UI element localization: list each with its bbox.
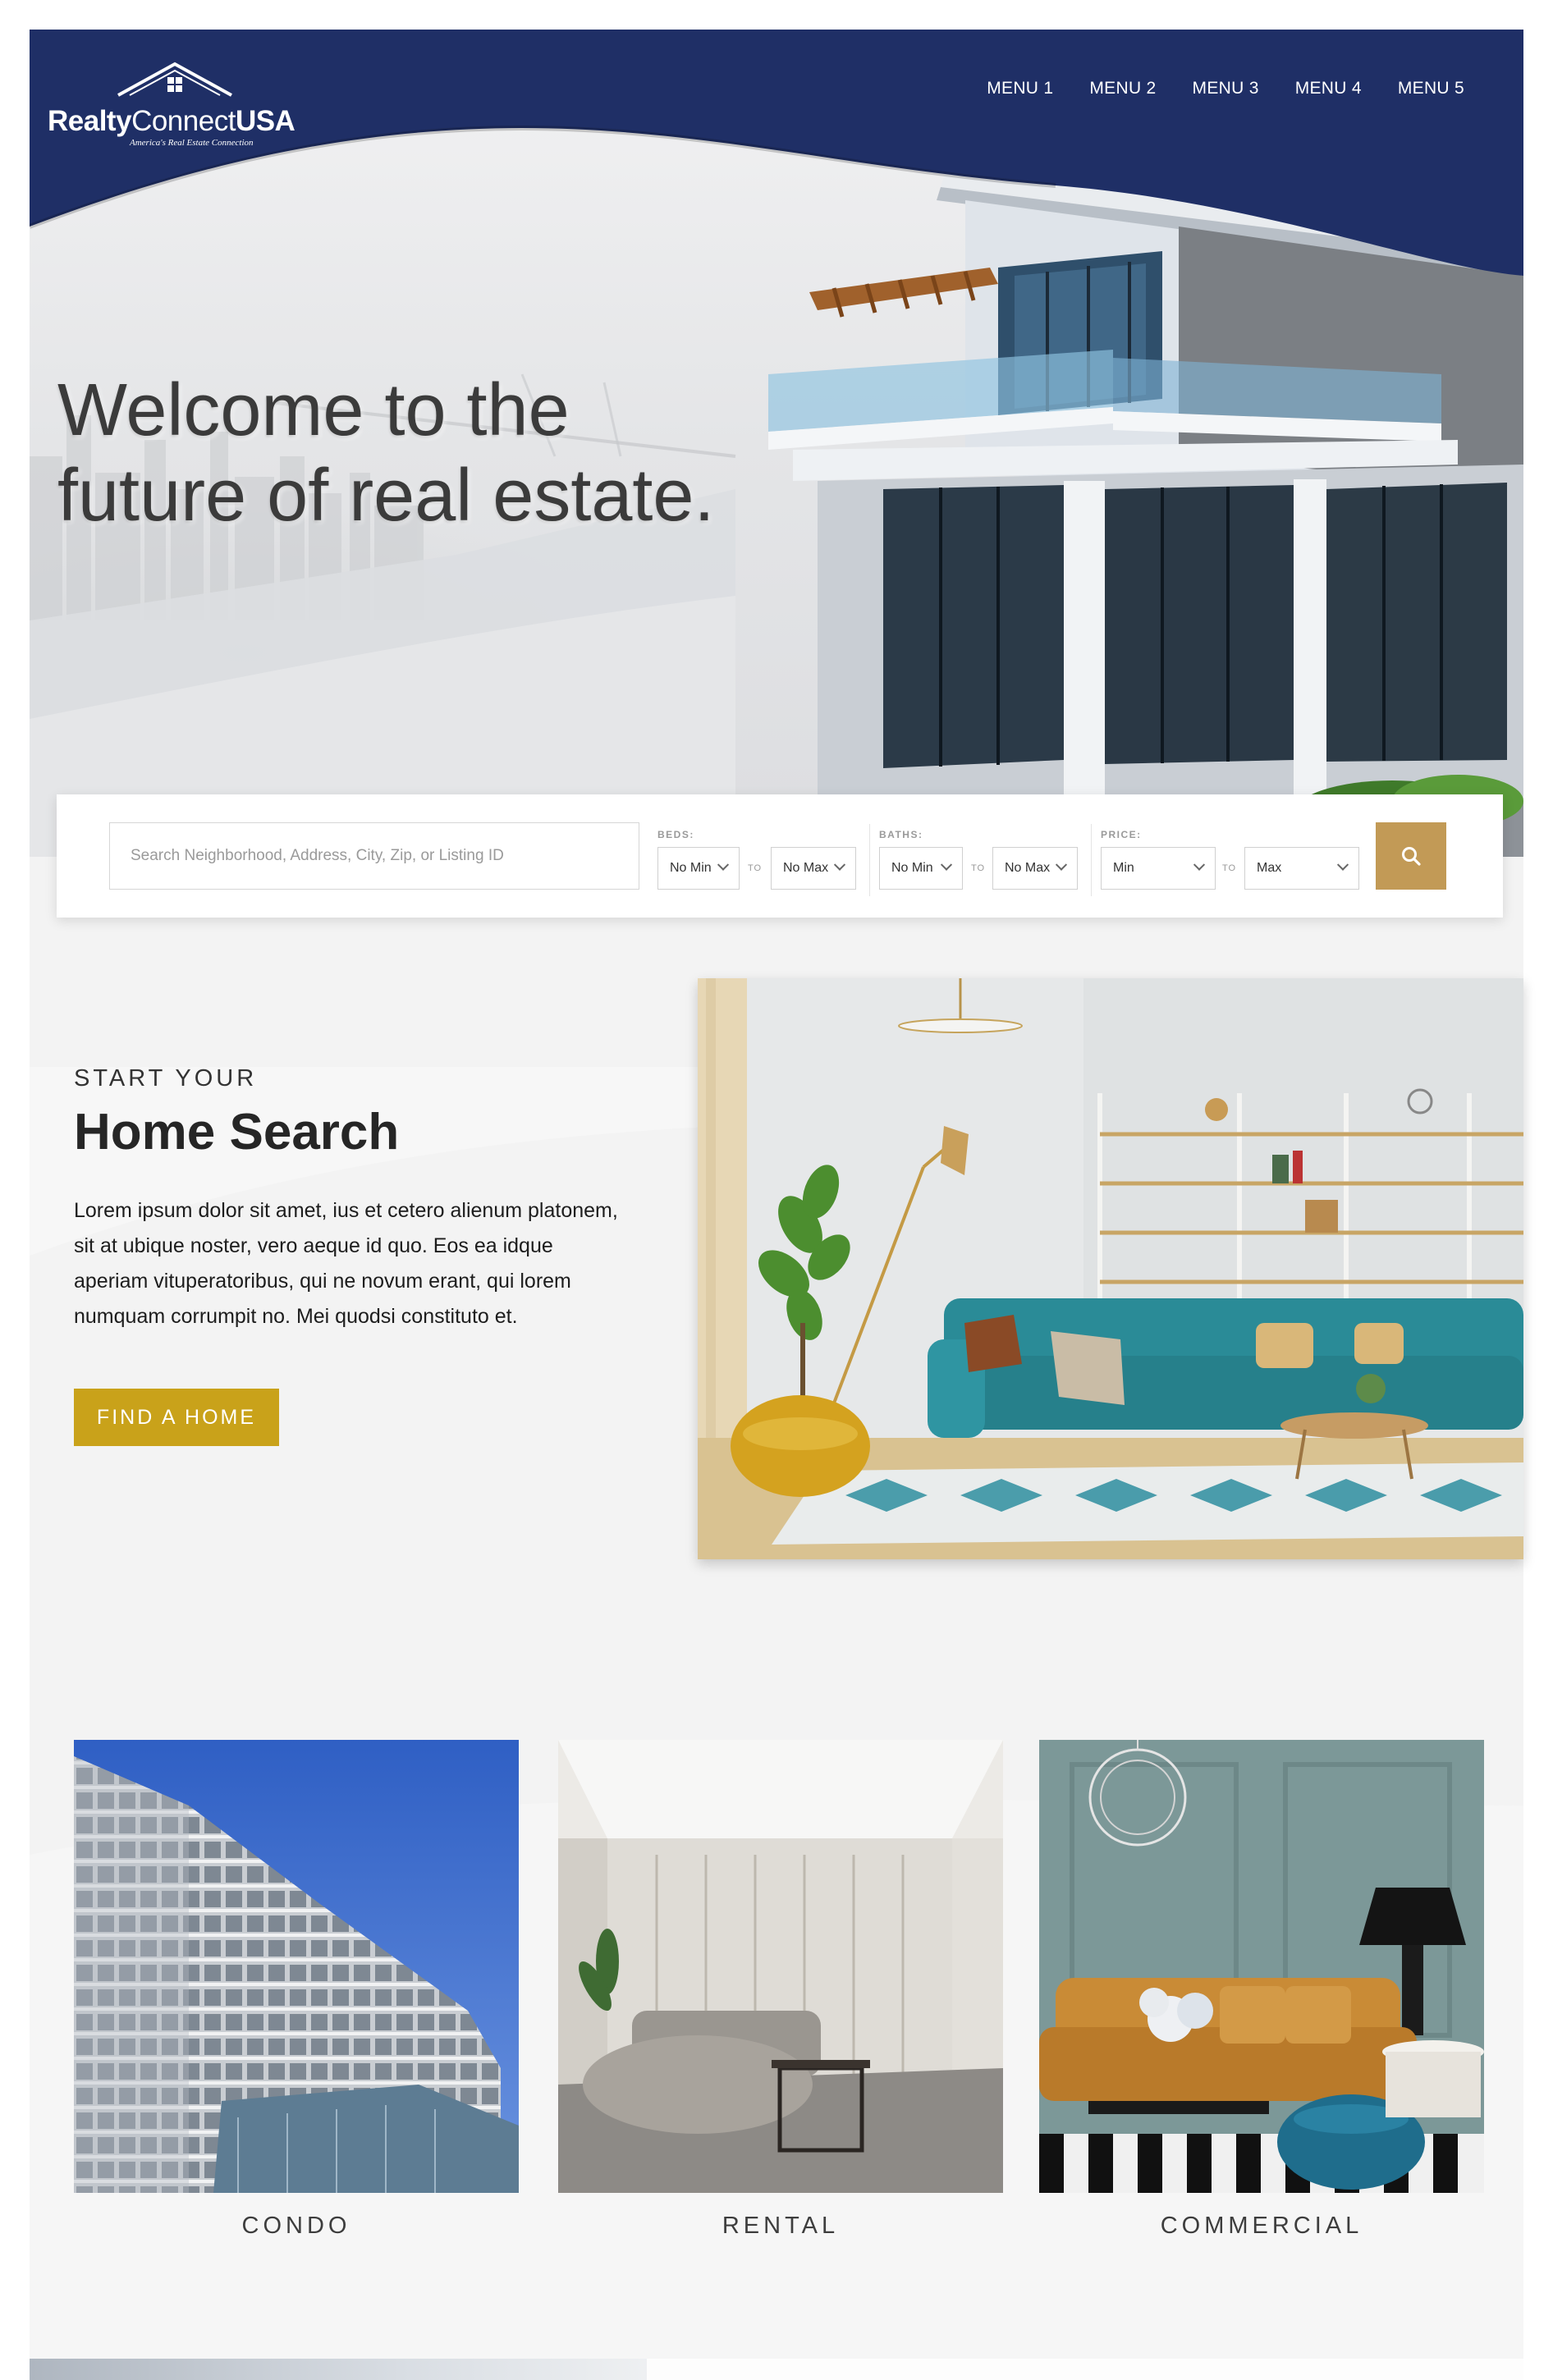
brand-logo[interactable]: RealtyConnectUSA America's Real Estate C… bbox=[48, 59, 295, 149]
find-home-button[interactable]: FIND A HOME bbox=[74, 1389, 279, 1446]
beds-label: BEDS: bbox=[657, 829, 694, 840]
baths-min-select[interactable]: No Min bbox=[879, 847, 963, 890]
condo-image bbox=[74, 1740, 519, 2193]
chevron-down-icon bbox=[1193, 858, 1206, 871]
property-search-bar: BEDS: No Min TO No Max BATHS: No Min TO … bbox=[57, 794, 1503, 918]
search-button[interactable] bbox=[1376, 822, 1446, 890]
hero-heading-line2: future of real estate. bbox=[57, 455, 715, 537]
chevron-down-icon bbox=[1055, 858, 1068, 871]
category-card-condo[interactable]: CONDO bbox=[74, 1740, 519, 2240]
nav-menu-2[interactable]: MENU 2 bbox=[1089, 79, 1156, 98]
hero-heading: Welcome to the future of real estate. bbox=[57, 368, 796, 538]
price-min-value: Min bbox=[1113, 861, 1134, 875]
section-eyebrow: START YOUR bbox=[74, 1065, 258, 1092]
baths-max-value: No Max bbox=[1005, 861, 1051, 875]
baths-max-select[interactable]: No Max bbox=[992, 847, 1078, 890]
brand-tagline: America's Real Estate Connection bbox=[130, 138, 254, 148]
price-max-select[interactable]: Max bbox=[1244, 847, 1359, 890]
living-room-image bbox=[698, 978, 1523, 1559]
nav-menu-5[interactable]: MENU 5 bbox=[1398, 79, 1464, 98]
commercial-image bbox=[1039, 1740, 1484, 2193]
beds-max-select[interactable]: No Max bbox=[771, 847, 856, 890]
rental-image bbox=[558, 1740, 1003, 2193]
chevron-down-icon bbox=[717, 858, 730, 871]
chevron-down-icon bbox=[1336, 858, 1349, 871]
beds-max-value: No Max bbox=[783, 861, 829, 875]
section-title: Home Search bbox=[74, 1104, 400, 1160]
divider bbox=[1091, 824, 1092, 896]
divider bbox=[869, 824, 870, 896]
category-label-condo: CONDO bbox=[241, 2213, 351, 2239]
chevron-down-icon bbox=[940, 858, 953, 871]
hero-banner: RealtyConnectUSA America's Real Estate C… bbox=[30, 30, 1523, 857]
baths-min-value: No Min bbox=[891, 861, 933, 875]
main-nav: MENU 1 MENU 2 MENU 3 MENU 4 MENU 5 bbox=[987, 79, 1464, 98]
nav-menu-4[interactable]: MENU 4 bbox=[1295, 79, 1362, 98]
nav-menu-1[interactable]: MENU 1 bbox=[987, 79, 1053, 98]
category-label-rental: RENTAL bbox=[722, 2213, 840, 2239]
house-roof-icon bbox=[117, 62, 232, 97]
beds-min-select[interactable]: No Min bbox=[657, 847, 740, 890]
price-max-value: Max bbox=[1257, 861, 1282, 875]
baths-to-label: TO bbox=[971, 863, 986, 873]
chevron-down-icon bbox=[833, 858, 846, 871]
price-to-label: TO bbox=[1222, 863, 1237, 873]
category-card-rental[interactable]: RENTAL bbox=[558, 1740, 1003, 2240]
brand-name: RealtyConnectUSA bbox=[48, 105, 295, 137]
hero-heading-line1: Welcome to the bbox=[57, 369, 570, 451]
category-label-commercial: COMMERCIAL bbox=[1160, 2213, 1363, 2239]
search-input[interactable] bbox=[109, 822, 639, 890]
price-min-select[interactable]: Min bbox=[1101, 847, 1216, 890]
beds-to-label: TO bbox=[748, 863, 763, 873]
section-description: Lorem ipsum dolor sit amet, ius et ceter… bbox=[74, 1199, 618, 1328]
next-section-image bbox=[30, 2359, 647, 2380]
search-icon bbox=[1402, 847, 1421, 866]
nav-menu-3[interactable]: MENU 3 bbox=[1193, 79, 1259, 98]
price-label: PRICE: bbox=[1101, 829, 1142, 840]
baths-label: BATHS: bbox=[879, 829, 923, 840]
category-card-commercial[interactable]: COMMERCIAL bbox=[1039, 1740, 1484, 2240]
beds-min-value: No Min bbox=[670, 861, 712, 875]
